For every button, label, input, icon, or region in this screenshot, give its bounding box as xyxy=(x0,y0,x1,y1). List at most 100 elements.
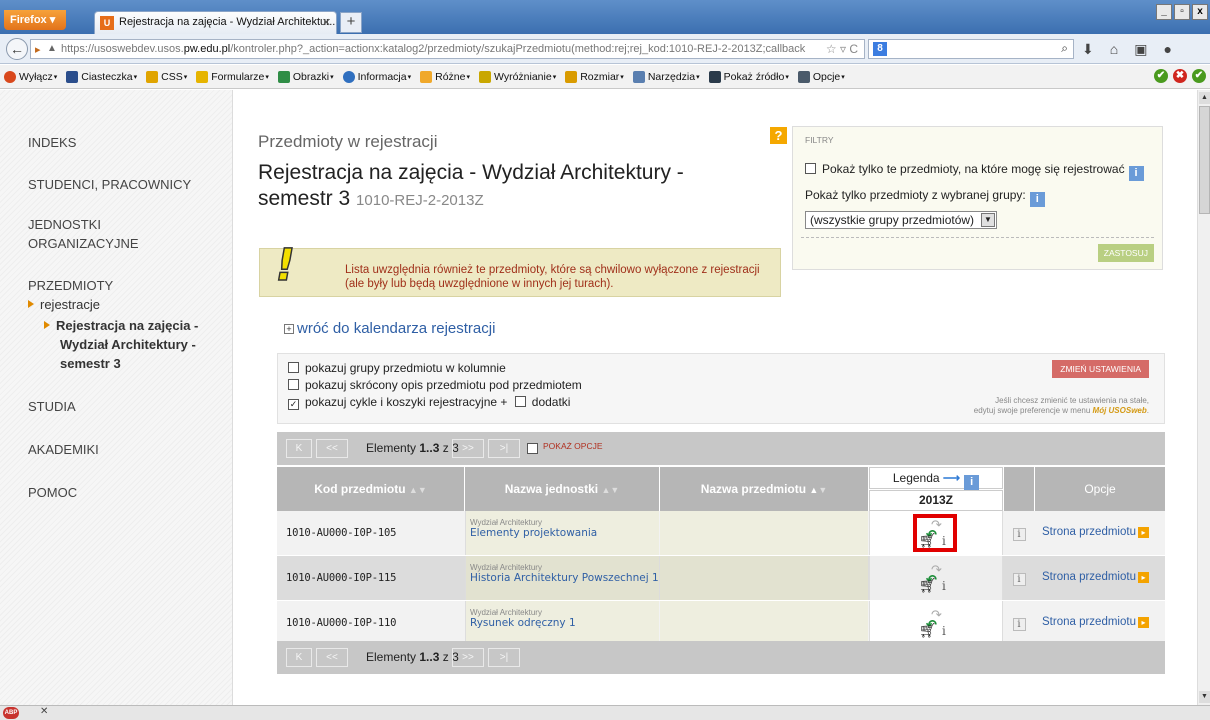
sidebar-item-przedmioty[interactable]: PRZEDMIOTY xyxy=(28,278,113,293)
show-options-checkbox[interactable] xyxy=(527,443,538,454)
bookmarks-icon[interactable]: ▣ xyxy=(1134,41,1147,58)
chevron-down-icon[interactable]: ▼ xyxy=(981,213,995,227)
wd-css-menu[interactable]: CSS ▾ xyxy=(146,70,187,83)
wd-outline-menu[interactable]: Wyróżnianie ▾ xyxy=(479,70,556,83)
browser-tab[interactable]: U Rejestracja na zajęcia - Wydział Archi… xyxy=(94,11,337,34)
short-desc-checkbox[interactable] xyxy=(288,379,299,390)
vertical-scrollbar[interactable]: ▲ ▼ xyxy=(1197,90,1210,705)
last-page-button[interactable]: >| xyxy=(488,439,520,458)
prev-page-button[interactable]: << xyxy=(316,648,348,667)
show-cycles-checkbox[interactable]: ✓ xyxy=(288,399,299,410)
note-line1: Jeśli chcesz zmienić te ustawienia na st… xyxy=(995,396,1149,405)
registration-cart[interactable]: ↷ ↶ 🛒︎ i xyxy=(919,607,955,639)
addon-icon[interactable]: ● xyxy=(1163,41,1171,58)
scroll-thumb[interactable] xyxy=(1199,106,1210,214)
course-page-link[interactable]: Strona przedmiotu ▸ xyxy=(1035,601,1165,645)
sidebar-item-studenci[interactable]: STUDENCI, PRACOWNICY xyxy=(28,177,191,192)
sidebar-item-pomoc[interactable]: POMOC xyxy=(28,485,77,500)
option-short-desc[interactable]: pokazuj skrócony opis przedmiotu pod prz… xyxy=(288,378,582,392)
google-icon[interactable]: 8 xyxy=(873,42,887,56)
sidebar-item-current-line2[interactable]: Wydział Architektury - xyxy=(60,337,196,352)
legend-info-icon[interactable]: i xyxy=(964,475,980,490)
new-tab-button[interactable]: + xyxy=(340,12,362,33)
details-icon[interactable]: i xyxy=(1012,528,1026,541)
sidebar-item-studia[interactable]: STUDIA xyxy=(28,399,76,414)
sidebar-item-jednostki-line2[interactable]: ORGANIZACYJNE xyxy=(28,236,139,251)
info-small-icon[interactable]: i xyxy=(942,579,946,593)
filter-registrable-checkbox[interactable] xyxy=(805,163,816,174)
legend-cell: ↷ ↶ 🛒︎ i xyxy=(869,511,1003,555)
registration-cart[interactable]: ↷ ↶ 🛒︎ i xyxy=(919,562,955,594)
close-window-button[interactable]: x xyxy=(1192,4,1208,20)
back-to-calendar-link[interactable]: + wróć do kalendarza rejestracji xyxy=(284,320,495,337)
last-page-button[interactable]: >| xyxy=(488,648,520,667)
sidebar-item-current[interactable]: Rejestracja na zajęcia - xyxy=(44,318,198,333)
wd-misc-menu[interactable]: Różne ▾ xyxy=(420,70,470,83)
course-name-link[interactable]: Historia Architektury Powszechnej 1 xyxy=(470,572,659,584)
course-page-link[interactable]: Strona przedmiotu ▸ xyxy=(1035,511,1165,555)
html-valid-check-icon[interactable]: ✔ xyxy=(1192,69,1206,83)
help-icon[interactable]: ? xyxy=(770,127,787,144)
minimize-button[interactable]: _ xyxy=(1156,4,1172,20)
close-addon-bar-icon[interactable]: ✕ xyxy=(40,706,48,717)
wd-tools-menu[interactable]: Narzędzia ▾ xyxy=(632,70,700,83)
close-tab-icon[interactable]: ✕ xyxy=(322,16,331,29)
show-options-label[interactable]: POKAŻ OPCJE xyxy=(543,441,603,451)
sidebar-item-indeks[interactable]: INDEKS xyxy=(28,135,76,150)
course-name-link[interactable]: Elementy projektowania xyxy=(470,527,659,539)
css-valid-check-icon[interactable]: ✔ xyxy=(1154,69,1168,83)
col-header-unit[interactable]: Nazwa jednostki ▲▼ xyxy=(465,467,659,511)
url-bar-actions[interactable]: ☆ ▿ C xyxy=(822,42,858,56)
first-page-button[interactable]: K xyxy=(286,439,312,458)
show-groups-checkbox[interactable] xyxy=(288,362,299,373)
info-icon[interactable]: i xyxy=(1128,166,1144,181)
next-page-button[interactable]: >> xyxy=(452,648,484,667)
wd-forms-menu[interactable]: Formularze ▾ xyxy=(196,70,269,83)
prev-page-button[interactable]: << xyxy=(316,439,348,458)
title-line2: semestr 3 xyxy=(258,187,351,210)
site-identity-icon[interactable]: ▸ xyxy=(35,43,41,56)
col-header-name[interactable]: Nazwa przedmiotu ▲▼ xyxy=(660,467,868,511)
error-icon[interactable]: ✖ xyxy=(1173,69,1187,83)
my-usosweb-link[interactable]: Mój USOSweb xyxy=(1093,406,1147,415)
next-page-button[interactable]: >> xyxy=(452,439,484,458)
adblock-icon[interactable]: ABP xyxy=(3,707,19,719)
course-name-link[interactable]: Rysunek odręczny 1 xyxy=(470,617,659,629)
home-icon[interactable]: ⌂ xyxy=(1110,41,1118,58)
wd-label: Opcje xyxy=(812,70,841,83)
url-bar[interactable]: ▸ ▲ https://usoswebdev.usos.pw.edu.pl/ko… xyxy=(30,39,865,59)
wd-source-menu[interactable]: Pokaż źródło ▾ xyxy=(708,70,789,83)
search-icon[interactable]: ⌕ xyxy=(1061,41,1068,56)
filter-registrable[interactable]: Pokaż tylko te przedmioty, na które mogę… xyxy=(805,162,1144,181)
course-page-link[interactable]: Strona przedmiotu ▸ xyxy=(1035,556,1165,600)
extras-checkbox[interactable] xyxy=(514,396,526,407)
col-header-code[interactable]: Kod przedmiotu ▲▼ xyxy=(277,467,464,511)
sidebar-item-rejestracje[interactable]: rejestracje xyxy=(28,297,100,312)
info-icon[interactable]: i xyxy=(1029,192,1045,207)
scroll-up-icon[interactable]: ▲ xyxy=(1199,92,1210,104)
info-small-icon[interactable]: i xyxy=(942,624,946,638)
wd-disable-menu[interactable]: Wyłącz ▾ xyxy=(4,70,57,83)
wd-cookies-menu[interactable]: Ciasteczka ▾ xyxy=(66,70,137,83)
option-show-groups[interactable]: pokazuj grupy przedmiotu w kolumnie xyxy=(288,361,506,375)
back-button[interactable]: ← xyxy=(6,38,28,60)
sidebar-item-akademiki[interactable]: AKADEMIKI xyxy=(28,442,99,457)
apply-button[interactable]: ZASTOSUJ xyxy=(1097,244,1154,262)
details-icon[interactable]: i xyxy=(1012,618,1026,631)
sidebar-item-jednostki[interactable]: JEDNOSTKI xyxy=(28,217,101,232)
change-settings-button[interactable]: ZMIEŃ USTAWIENIA xyxy=(1052,360,1149,378)
option-show-cycles[interactable]: ✓ pokazuj cykle i koszyki rejestracyjne +… xyxy=(288,395,570,410)
firefox-menu-button[interactable]: Firefox ▾ xyxy=(4,10,66,30)
group-select[interactable]: (wszystkie grupy przedmiotów) ▼ xyxy=(805,211,997,229)
maximize-button[interactable]: ▫ xyxy=(1174,4,1190,20)
wd-info-menu[interactable]: Informacja ▾ xyxy=(342,70,411,83)
first-page-button[interactable]: K xyxy=(286,648,312,667)
scroll-down-icon[interactable]: ▼ xyxy=(1199,691,1210,703)
wd-resize-menu[interactable]: Rozmiar ▾ xyxy=(565,70,624,83)
sidebar-item-current-line3[interactable]: semestr 3 xyxy=(60,356,121,371)
search-input[interactable]: 8 ⌕ xyxy=(868,39,1074,59)
wd-images-menu[interactable]: Obrazki ▾ xyxy=(277,70,334,83)
details-icon[interactable]: i xyxy=(1012,573,1026,586)
wd-options-menu[interactable]: Opcje ▾ xyxy=(797,70,845,83)
download-icon[interactable]: ⬇ xyxy=(1082,41,1094,58)
